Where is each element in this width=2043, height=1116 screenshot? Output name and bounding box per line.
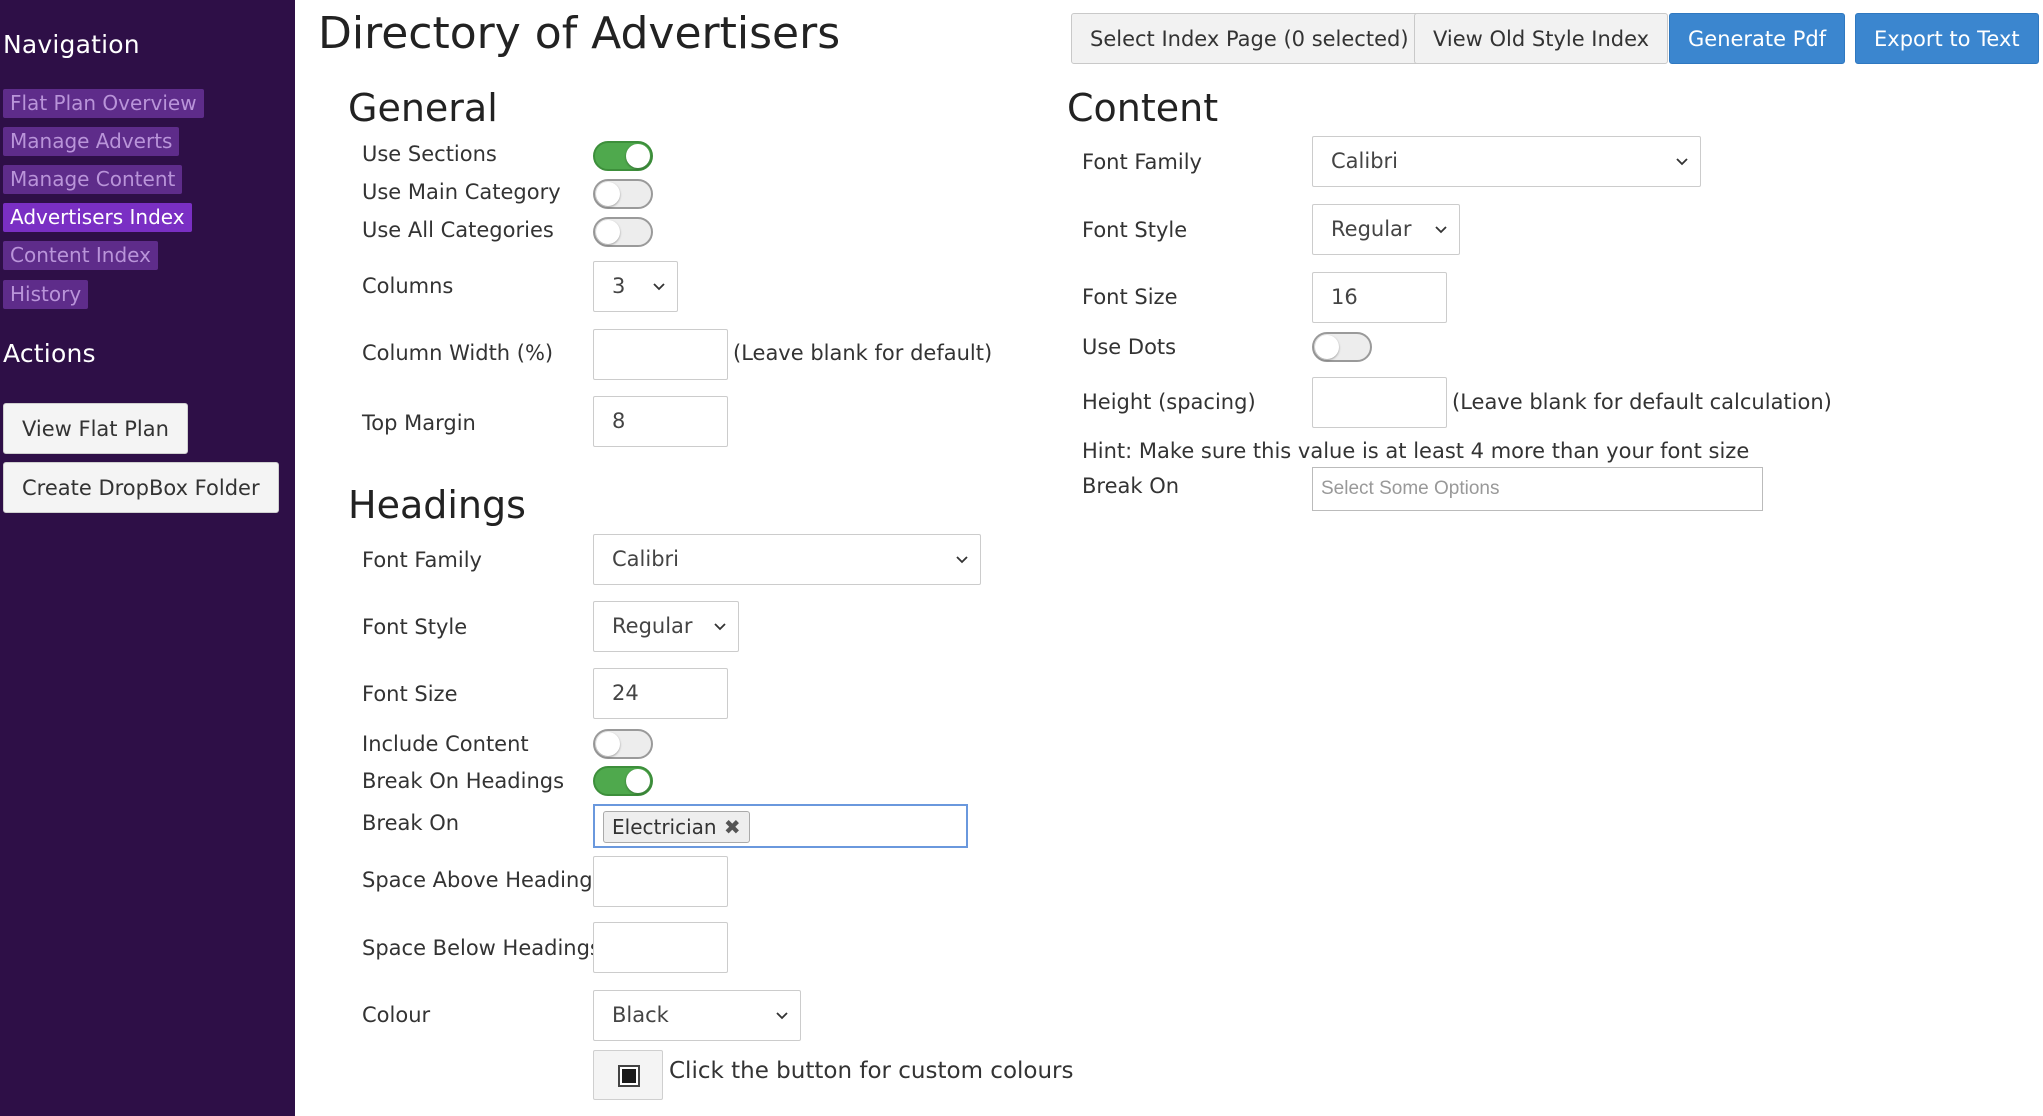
- headings-break-on-multiselect[interactable]: Electrician ✖: [593, 804, 968, 848]
- chevron-down-icon: [1676, 155, 1688, 167]
- nav-item-history[interactable]: History: [3, 280, 89, 309]
- break-on-headings-toggle[interactable]: [593, 766, 653, 796]
- content-font-size-input[interactable]: 16: [1312, 272, 1447, 323]
- column-width-input[interactable]: [593, 329, 728, 380]
- colour-label: Colour: [362, 1003, 431, 1027]
- space-below-headings-label: Space Below Headings: [362, 936, 601, 960]
- headings-font-family-select[interactable]: Calibri: [593, 534, 981, 585]
- height-spacing-label: Height (spacing): [1082, 390, 1256, 414]
- select-index-page-button[interactable]: Select Index Page (0 selected): [1071, 13, 1428, 64]
- view-old-style-index-button[interactable]: View Old Style Index: [1414, 13, 1669, 64]
- content-section-title: Content: [1067, 86, 1219, 130]
- use-all-categories-toggle[interactable]: [593, 217, 653, 247]
- chevron-down-icon: [776, 1009, 788, 1021]
- use-dots-toggle[interactable]: [1312, 332, 1372, 362]
- toggle-knob: [596, 732, 620, 756]
- content-font-family-select[interactable]: Calibri: [1312, 136, 1701, 187]
- content-font-style-label: Font Style: [1082, 218, 1188, 242]
- use-main-category-label: Use Main Category: [362, 180, 561, 204]
- column-width-hint: (Leave blank for default): [733, 341, 993, 365]
- toggle-knob: [596, 182, 620, 206]
- headings-font-family-value: Calibri: [612, 547, 679, 571]
- nav-item-manage-adverts[interactable]: Manage Adverts: [3, 127, 180, 156]
- use-main-category-toggle[interactable]: [593, 179, 653, 209]
- break-on-headings-label: Break On Headings: [362, 769, 565, 793]
- toggle-knob: [626, 769, 650, 793]
- custom-colour-button[interactable]: [593, 1050, 663, 1100]
- height-spacing-input[interactable]: [1312, 377, 1447, 428]
- include-content-toggle[interactable]: [593, 729, 653, 759]
- content-font-size-label: Font Size: [1082, 285, 1178, 309]
- chevron-down-icon: [653, 280, 665, 292]
- use-dots-label: Use Dots: [1082, 335, 1177, 359]
- headings-font-style-select[interactable]: Regular: [593, 601, 739, 652]
- navigation-heading: Navigation: [3, 30, 140, 59]
- nav-item-advertisers-index[interactable]: Advertisers Index: [3, 203, 192, 232]
- use-sections-label: Use Sections: [362, 142, 497, 166]
- page-title: Directory of Advertisers: [318, 8, 841, 59]
- view-flat-plan-button[interactable]: View Flat Plan: [3, 403, 188, 454]
- content-font-style-select[interactable]: Regular: [1312, 204, 1460, 255]
- export-to-text-button[interactable]: Export to Text: [1855, 13, 2039, 64]
- nav-item-content-index[interactable]: Content Index: [3, 241, 158, 270]
- nav-item-manage-content[interactable]: Manage Content: [3, 165, 183, 194]
- chevron-down-icon: [956, 553, 968, 565]
- space-above-headings-label: Space Above Headings: [362, 868, 604, 892]
- generate-pdf-button[interactable]: Generate Pdf: [1669, 13, 1846, 64]
- headings-section-title: Headings: [348, 483, 526, 527]
- space-below-headings-input[interactable]: [593, 922, 728, 973]
- columns-value: 3: [612, 274, 626, 298]
- headings-font-size-label: Font Size: [362, 682, 458, 706]
- content-break-on-label: Break On: [1082, 474, 1180, 498]
- headings-font-size-input[interactable]: 24: [593, 668, 728, 719]
- use-all-categories-label: Use All Categories: [362, 218, 554, 242]
- top-margin-input[interactable]: 8: [593, 396, 728, 447]
- colour-value: Black: [612, 1003, 669, 1027]
- nav-item-flat-plan-overview[interactable]: Flat Plan Overview: [3, 89, 204, 118]
- headings-font-style-label: Font Style: [362, 615, 468, 639]
- headings-font-style-value: Regular: [612, 614, 693, 638]
- content-break-on-multiselect[interactable]: Select Some Options: [1312, 467, 1763, 511]
- sidebar: Navigation Flat Plan Overview Manage Adv…: [0, 0, 295, 1116]
- colour-swatch-icon: [618, 1065, 640, 1087]
- top-margin-label: Top Margin: [362, 411, 476, 435]
- general-section-title: General: [348, 86, 498, 130]
- column-width-label: Column Width (%): [362, 341, 554, 365]
- colour-select[interactable]: Black: [593, 990, 801, 1041]
- content-font-size-hint: Hint: Make sure this value is at least 4…: [1082, 439, 1750, 463]
- chevron-down-icon: [1435, 223, 1447, 235]
- content-font-family-value: Calibri: [1331, 149, 1398, 173]
- create-dropbox-folder-button[interactable]: Create DropBox Folder: [3, 462, 279, 513]
- toggle-knob: [626, 144, 650, 168]
- use-sections-toggle[interactable]: [593, 141, 653, 171]
- toggle-knob: [596, 220, 620, 244]
- actions-heading: Actions: [3, 339, 96, 368]
- headings-font-family-label: Font Family: [362, 548, 482, 572]
- include-content-label: Include Content: [362, 732, 529, 756]
- space-above-headings-input[interactable]: [593, 856, 728, 907]
- headings-break-on-label: Break On: [362, 811, 460, 835]
- break-on-chip: Electrician ✖: [603, 811, 750, 843]
- break-on-chip-label: Electrician: [612, 815, 717, 839]
- chevron-down-icon: [714, 620, 726, 632]
- columns-select[interactable]: 3: [593, 261, 678, 312]
- columns-label: Columns: [362, 274, 454, 298]
- height-spacing-hint: (Leave blank for default calculation): [1452, 390, 1832, 414]
- toggle-knob: [1315, 335, 1339, 359]
- content-font-style-value: Regular: [1331, 217, 1412, 241]
- custom-colour-hint: Click the button for custom colours: [669, 1058, 1074, 1084]
- remove-chip-icon[interactable]: ✖: [724, 812, 741, 842]
- content-font-family-label: Font Family: [1082, 150, 1202, 174]
